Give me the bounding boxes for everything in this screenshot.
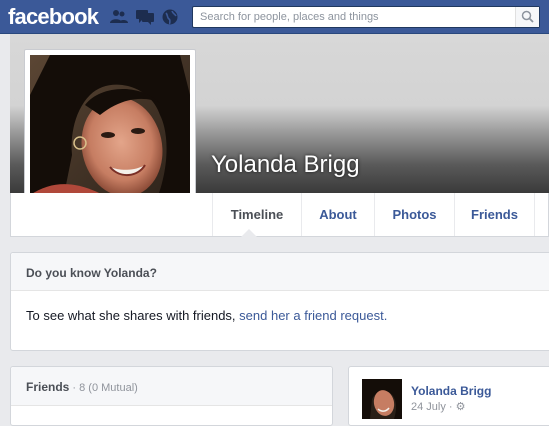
friends-count: · 8 (0 Mutual) bbox=[69, 382, 138, 394]
top-bar: facebook bbox=[0, 0, 549, 34]
profile-photo-image bbox=[30, 55, 190, 215]
messages-icon[interactable] bbox=[136, 9, 154, 25]
tab-photos[interactable]: Photos bbox=[374, 193, 454, 236]
search-input[interactable] bbox=[193, 7, 520, 27]
post-author-avatar[interactable] bbox=[362, 379, 402, 419]
friend-request-link[interactable]: send her a friend request. bbox=[239, 308, 387, 323]
post-date[interactable]: 24 July · bbox=[411, 401, 456, 413]
avatar-image bbox=[362, 379, 402, 419]
facebook-logo[interactable]: facebook bbox=[8, 4, 99, 30]
search-button[interactable] bbox=[515, 7, 539, 27]
search-icon bbox=[521, 10, 534, 23]
card-body: To see what she shares with friends, sen… bbox=[26, 308, 387, 323]
card-header: Do you know Yolanda? bbox=[11, 253, 549, 291]
post-timestamp: 24 July · ⚙ bbox=[411, 400, 466, 413]
do-you-know-card: Do you know Yolanda? To see what she sha… bbox=[10, 252, 549, 351]
card-body-text: To see what she shares with friends, bbox=[26, 308, 240, 323]
search-box bbox=[192, 6, 540, 28]
card-title: Do you know Yolanda? bbox=[26, 266, 157, 280]
friends-title[interactable]: Friends bbox=[26, 380, 69, 394]
profile-name[interactable]: Yolanda Brigg bbox=[211, 151, 360, 179]
friends-card: Friends · 8 (0 Mutual) bbox=[10, 366, 333, 426]
post-author-name[interactable]: Yolanda Brigg bbox=[411, 384, 491, 398]
privacy-icon: ⚙ bbox=[455, 401, 466, 413]
notifications-globe-icon[interactable] bbox=[161, 9, 179, 25]
active-tab-indicator bbox=[241, 229, 257, 237]
profile-nav: Timeline About Photos Friends bbox=[10, 193, 549, 237]
friends-title-wrap: Friends · 8 (0 Mutual) bbox=[26, 380, 138, 394]
timeline-post-card: Yolanda Brigg 24 July · ⚙ bbox=[348, 366, 549, 426]
tab-about[interactable]: About bbox=[301, 193, 374, 236]
friends-card-header: Friends · 8 (0 Mutual) bbox=[11, 367, 332, 406]
tab-friends[interactable]: Friends bbox=[454, 193, 534, 236]
tab-more[interactable] bbox=[534, 193, 549, 236]
friend-requests-icon[interactable] bbox=[110, 9, 128, 25]
